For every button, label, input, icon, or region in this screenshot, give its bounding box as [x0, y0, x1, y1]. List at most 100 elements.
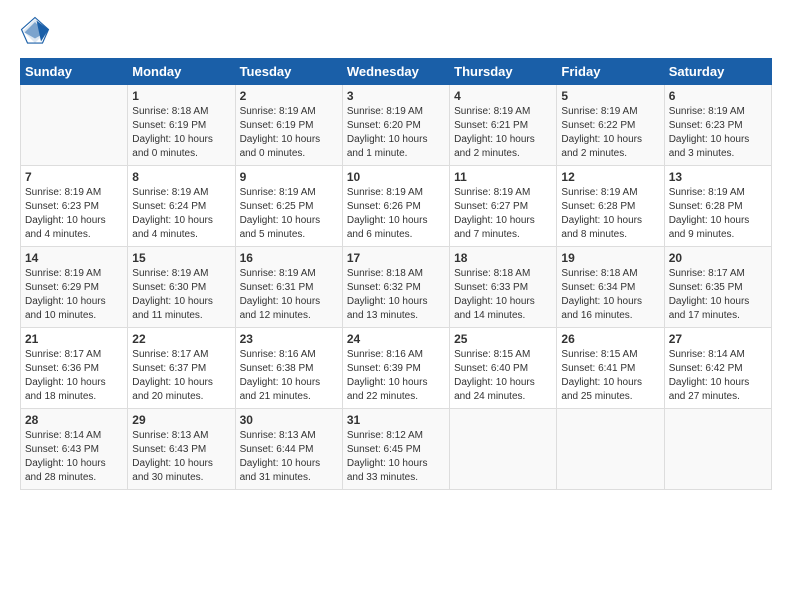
day-info: Sunrise: 8:19 AM Sunset: 6:25 PM Dayligh… [240, 186, 338, 242]
header [20, 16, 772, 46]
header-cell-friday: Friday [557, 59, 664, 85]
week-row-1: 1 Sunrise: 8:18 AM Sunset: 6:19 PM Daylig… [21, 85, 772, 166]
header-cell-monday: Monday [128, 59, 235, 85]
day-cell [557, 409, 664, 490]
header-row: SundayMondayTuesdayWednesdayThursdayFrid… [21, 59, 772, 85]
day-cell [664, 409, 771, 490]
day-info: Sunrise: 8:14 AM Sunset: 6:42 PM Dayligh… [669, 348, 767, 404]
day-number: 21 [25, 332, 123, 346]
day-cell: 23 Sunrise: 8:16 AM Sunset: 6:38 PM Dayli… [235, 328, 342, 409]
day-info: Sunrise: 8:19 AM Sunset: 6:28 PM Dayligh… [561, 186, 659, 242]
day-cell: 31 Sunrise: 8:12 AM Sunset: 6:45 PM Dayli… [342, 409, 449, 490]
day-cell: 13Sunrise: 8:19 AM Sunset: 6:28 PM Dayli… [664, 166, 771, 247]
day-info: Sunrise: 8:13 AM Sunset: 6:43 PM Dayligh… [132, 429, 230, 485]
day-info: Sunrise: 8:18 AM Sunset: 6:32 PM Dayligh… [347, 267, 445, 323]
day-number: 14 [25, 251, 123, 265]
day-number: 30 [240, 413, 338, 427]
day-info: Sunrise: 8:15 AM Sunset: 6:41 PM Dayligh… [561, 348, 659, 404]
day-cell: 10Sunrise: 8:19 AM Sunset: 6:26 PM Dayli… [342, 166, 449, 247]
day-cell: 7 Sunrise: 8:19 AM Sunset: 6:23 PM Daylig… [21, 166, 128, 247]
day-number: 20 [669, 251, 767, 265]
day-cell: 28 Sunrise: 8:14 AM Sunset: 6:43 PM Dayli… [21, 409, 128, 490]
day-info: Sunrise: 8:17 AM Sunset: 6:35 PM Dayligh… [669, 267, 767, 323]
day-cell: 26Sunrise: 8:15 AM Sunset: 6:41 PM Dayli… [557, 328, 664, 409]
day-number: 29 [132, 413, 230, 427]
day-info: Sunrise: 8:19 AM Sunset: 6:27 PM Dayligh… [454, 186, 552, 242]
day-number: 27 [669, 332, 767, 346]
day-info: Sunrise: 8:18 AM Sunset: 6:34 PM Dayligh… [561, 267, 659, 323]
header-cell-tuesday: Tuesday [235, 59, 342, 85]
day-cell: 20 Sunrise: 8:17 AM Sunset: 6:35 PM Dayli… [664, 247, 771, 328]
day-number: 25 [454, 332, 552, 346]
week-row-3: 14 Sunrise: 8:19 AM Sunset: 6:29 PM Dayli… [21, 247, 772, 328]
day-info: Sunrise: 8:19 AM Sunset: 6:30 PM Dayligh… [132, 267, 230, 323]
day-info: Sunrise: 8:19 AM Sunset: 6:19 PM Dayligh… [240, 105, 338, 161]
day-cell: 16 Sunrise: 8:19 AM Sunset: 6:31 PM Dayli… [235, 247, 342, 328]
day-number: 5 [561, 89, 659, 103]
day-info: Sunrise: 8:16 AM Sunset: 6:38 PM Dayligh… [240, 348, 338, 404]
day-info: Sunrise: 8:15 AM Sunset: 6:40 PM Dayligh… [454, 348, 552, 404]
day-cell: 2 Sunrise: 8:19 AM Sunset: 6:19 PM Daylig… [235, 85, 342, 166]
day-cell: 12 Sunrise: 8:19 AM Sunset: 6:28 PM Dayli… [557, 166, 664, 247]
logo [20, 16, 54, 46]
day-cell [450, 409, 557, 490]
day-number: 2 [240, 89, 338, 103]
day-number: 18 [454, 251, 552, 265]
day-cell: 8 Sunrise: 8:19 AM Sunset: 6:24 PM Daylig… [128, 166, 235, 247]
day-number: 16 [240, 251, 338, 265]
day-info: Sunrise: 8:19 AM Sunset: 6:31 PM Dayligh… [240, 267, 338, 323]
day-info: Sunrise: 8:17 AM Sunset: 6:37 PM Dayligh… [132, 348, 230, 404]
day-info: Sunrise: 8:19 AM Sunset: 6:22 PM Dayligh… [561, 105, 659, 161]
day-info: Sunrise: 8:18 AM Sunset: 6:19 PM Dayligh… [132, 105, 230, 161]
day-number: 28 [25, 413, 123, 427]
header-cell-wednesday: Wednesday [342, 59, 449, 85]
day-info: Sunrise: 8:19 AM Sunset: 6:24 PM Dayligh… [132, 186, 230, 242]
day-number: 17 [347, 251, 445, 265]
day-cell: 4Sunrise: 8:19 AM Sunset: 6:21 PM Daylig… [450, 85, 557, 166]
day-number: 31 [347, 413, 445, 427]
day-info: Sunrise: 8:12 AM Sunset: 6:45 PM Dayligh… [347, 429, 445, 485]
day-info: Sunrise: 8:14 AM Sunset: 6:43 PM Dayligh… [25, 429, 123, 485]
header-cell-sunday: Sunday [21, 59, 128, 85]
day-info: Sunrise: 8:13 AM Sunset: 6:44 PM Dayligh… [240, 429, 338, 485]
day-number: 1 [132, 89, 230, 103]
day-info: Sunrise: 8:19 AM Sunset: 6:23 PM Dayligh… [25, 186, 123, 242]
day-cell [21, 85, 128, 166]
header-cell-saturday: Saturday [664, 59, 771, 85]
day-number: 13 [669, 170, 767, 184]
day-cell: 21 Sunrise: 8:17 AM Sunset: 6:36 PM Dayli… [21, 328, 128, 409]
day-number: 6 [669, 89, 767, 103]
day-info: Sunrise: 8:16 AM Sunset: 6:39 PM Dayligh… [347, 348, 445, 404]
day-number: 7 [25, 170, 123, 184]
week-row-2: 7 Sunrise: 8:19 AM Sunset: 6:23 PM Daylig… [21, 166, 772, 247]
day-number: 8 [132, 170, 230, 184]
day-cell: 29 Sunrise: 8:13 AM Sunset: 6:43 PM Dayli… [128, 409, 235, 490]
day-number: 24 [347, 332, 445, 346]
logo-icon [20, 16, 50, 46]
page-container: SundayMondayTuesdayWednesdayThursdayFrid… [0, 0, 792, 500]
day-number: 10 [347, 170, 445, 184]
header-cell-thursday: Thursday [450, 59, 557, 85]
calendar-table: SundayMondayTuesdayWednesdayThursdayFrid… [20, 58, 772, 490]
day-number: 15 [132, 251, 230, 265]
week-row-4: 21 Sunrise: 8:17 AM Sunset: 6:36 PM Dayli… [21, 328, 772, 409]
day-info: Sunrise: 8:18 AM Sunset: 6:33 PM Dayligh… [454, 267, 552, 323]
day-info: Sunrise: 8:19 AM Sunset: 6:29 PM Dayligh… [25, 267, 123, 323]
day-number: 22 [132, 332, 230, 346]
day-cell: 17 Sunrise: 8:18 AM Sunset: 6:32 PM Dayli… [342, 247, 449, 328]
day-cell: 9Sunrise: 8:19 AM Sunset: 6:25 PM Daylig… [235, 166, 342, 247]
day-info: Sunrise: 8:17 AM Sunset: 6:36 PM Dayligh… [25, 348, 123, 404]
day-cell: 15 Sunrise: 8:19 AM Sunset: 6:30 PM Dayli… [128, 247, 235, 328]
day-number: 23 [240, 332, 338, 346]
day-number: 12 [561, 170, 659, 184]
day-info: Sunrise: 8:19 AM Sunset: 6:20 PM Dayligh… [347, 105, 445, 161]
day-number: 3 [347, 89, 445, 103]
day-cell: 24 Sunrise: 8:16 AM Sunset: 6:39 PM Dayli… [342, 328, 449, 409]
calendar-body: 1 Sunrise: 8:18 AM Sunset: 6:19 PM Daylig… [21, 85, 772, 490]
day-cell: 18 Sunrise: 8:18 AM Sunset: 6:33 PM Dayli… [450, 247, 557, 328]
day-cell: 11Sunrise: 8:19 AM Sunset: 6:27 PM Dayli… [450, 166, 557, 247]
day-cell: 3 Sunrise: 8:19 AM Sunset: 6:20 PM Daylig… [342, 85, 449, 166]
day-cell: 6Sunrise: 8:19 AM Sunset: 6:23 PM Daylig… [664, 85, 771, 166]
day-info: Sunrise: 8:19 AM Sunset: 6:21 PM Dayligh… [454, 105, 552, 161]
day-cell: 14 Sunrise: 8:19 AM Sunset: 6:29 PM Dayli… [21, 247, 128, 328]
